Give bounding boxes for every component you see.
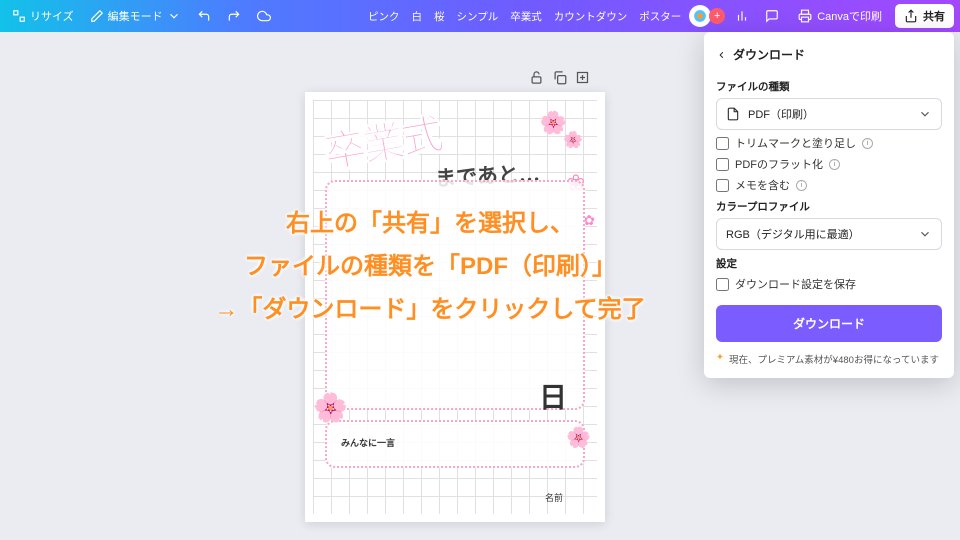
printer-icon <box>798 9 812 23</box>
pencil-icon <box>90 9 104 23</box>
checkbox[interactable] <box>716 278 729 291</box>
checkbox[interactable] <box>716 137 729 150</box>
print-label: Canvaで印刷 <box>817 8 882 24</box>
top-toolbar: リサイズ 編集モード ピンク 白 桜 シンプル 卒業式 カウントダウン ポスター… <box>0 0 960 32</box>
info-icon[interactable]: i <box>829 159 840 170</box>
keyword-tag[interactable]: 桜 <box>430 7 449 26</box>
add-member-button[interactable]: + <box>709 8 725 24</box>
download-panel: ダウンロード ファイルの種類 PDF（印刷） トリムマークと塗り足しi PDFの… <box>704 32 954 378</box>
resize-button[interactable]: リサイズ <box>6 5 80 27</box>
comment-button[interactable] <box>759 6 785 26</box>
expand-icon[interactable] <box>575 70 590 85</box>
redo-icon <box>227 9 241 23</box>
back-icon[interactable] <box>716 48 727 62</box>
artboard[interactable]: 卒業式 まであと… 🌸 🌸 ❀ ✿ 日 みんなに一言 🌸 🌸 名前 <box>305 92 605 522</box>
cloud-icon <box>257 9 271 23</box>
edit-mode-button[interactable]: 編集モード <box>84 5 187 27</box>
edit-mode-label: 編集モード <box>108 8 163 24</box>
share-icon <box>904 9 918 23</box>
settings-label: 設定 <box>716 256 942 271</box>
avatar[interactable] <box>689 5 711 27</box>
checkbox[interactable] <box>716 179 729 192</box>
canvas-mini-toolbar <box>529 70 590 85</box>
promo-note: ✦現在、プレミアム素材が¥480お得になっています <box>716 352 942 366</box>
keyword-tag[interactable]: 卒業式 <box>506 7 546 26</box>
duplicate-icon[interactable] <box>552 70 567 85</box>
checkbox[interactable] <box>716 158 729 171</box>
petal-icon: 🌸 <box>566 425 591 450</box>
file-type-label: ファイルの種類 <box>716 79 942 94</box>
keyword-tag[interactable]: ポスター <box>635 7 685 26</box>
comment-icon <box>765 9 779 23</box>
option-save-settings[interactable]: ダウンロード設定を保存 <box>716 276 942 292</box>
share-label: 共有 <box>923 8 945 24</box>
lock-icon[interactable] <box>529 70 544 85</box>
option-trim-marks[interactable]: トリムマークと塗り足しi <box>716 135 942 151</box>
sakura-icon: 🌸 <box>563 130 583 150</box>
chevron-down-icon <box>167 9 181 23</box>
day-unit-label: 日 <box>539 376 567 416</box>
panel-title: ダウンロード <box>733 46 805 63</box>
download-button[interactable]: ダウンロード <box>716 305 942 342</box>
color-profile-value: RGB（デジタル用に最適） <box>726 226 860 242</box>
info-icon[interactable]: i <box>862 138 873 149</box>
name-label: 名前 <box>545 491 563 504</box>
resize-label: リサイズ <box>30 8 74 24</box>
print-button[interactable]: Canvaで印刷 <box>789 4 891 28</box>
undo-button[interactable] <box>191 6 217 26</box>
option-notes[interactable]: メモを含むi <box>716 177 942 193</box>
undo-icon <box>197 9 211 23</box>
keyword-tag[interactable]: ピンク <box>364 7 404 26</box>
chevron-down-icon <box>918 107 932 121</box>
cloud-save-button[interactable] <box>251 6 277 26</box>
option-flatten[interactable]: PDFのフラット化i <box>716 156 942 172</box>
chevron-down-icon <box>918 227 932 241</box>
editor-stage: 卒業式 まであと… 🌸 🌸 ❀ ✿ 日 みんなに一言 🌸 🌸 名前 ダウンロード… <box>0 32 960 540</box>
keyword-tag[interactable]: 白 <box>408 7 427 26</box>
color-profile-label: カラープロファイル <box>716 199 942 214</box>
share-button[interactable]: 共有 <box>895 4 954 28</box>
info-icon[interactable]: i <box>796 180 807 191</box>
color-profile-select[interactable]: RGB（デジタル用に最適） <box>716 218 942 250</box>
memo-label: みんなに一言 <box>341 436 395 449</box>
pdf-icon <box>726 107 740 121</box>
tree-icon: 🌸 <box>313 391 348 424</box>
resize-icon <box>12 9 26 23</box>
chart-icon <box>735 9 749 23</box>
panel-header: ダウンロード <box>716 40 942 73</box>
sakura-icon: ✿ <box>583 212 595 229</box>
redo-button[interactable] <box>221 6 247 26</box>
analytics-button[interactable] <box>729 6 755 26</box>
keyword-tag[interactable]: シンプル <box>453 7 503 26</box>
sparkle-icon: ✦ <box>716 352 724 363</box>
file-type-select[interactable]: PDF（印刷） <box>716 98 942 130</box>
file-type-value: PDF（印刷） <box>748 106 814 122</box>
keyword-tag[interactable]: カウントダウン <box>550 7 632 26</box>
